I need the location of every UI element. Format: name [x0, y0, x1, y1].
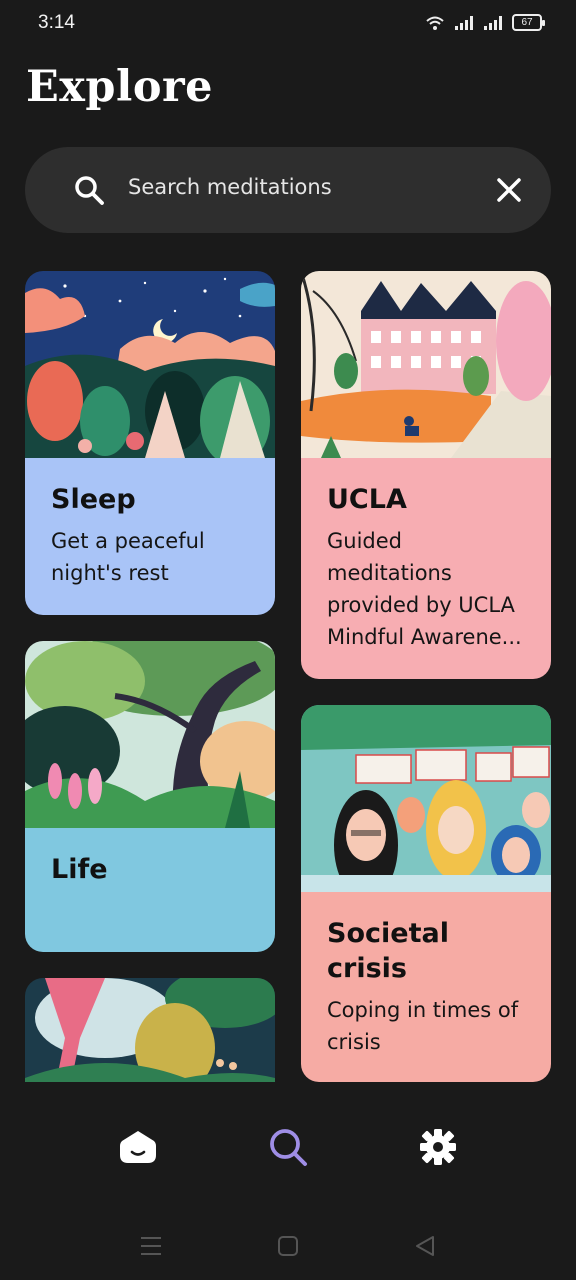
card-body: Societal crisis Coping in times of crisi… [301, 892, 551, 1082]
card-body: UCLA Guided meditations provided by UCLA… [301, 458, 551, 679]
signal-icon-2 [484, 15, 502, 30]
bottom-navigation [0, 1092, 576, 1202]
category-card-sleep[interactable]: Sleep Get a peaceful night's rest [25, 271, 275, 615]
search-bar[interactable]: Search meditations [25, 147, 551, 233]
page-title: Explore [26, 62, 214, 112]
card-title: Societal crisis [327, 918, 449, 984]
signal-icon [455, 15, 473, 30]
search-icon [75, 176, 104, 205]
menu-icon[interactable] [140, 1236, 162, 1256]
card-body: Life [25, 828, 275, 952]
category-card-societal-crisis[interactable]: Societal crisis Coping in times of crisi… [301, 705, 551, 1082]
nav-home[interactable] [110, 1122, 166, 1172]
system-navigation [0, 1210, 576, 1280]
close-icon[interactable] [489, 170, 529, 210]
wifi-icon [426, 16, 444, 30]
category-card-ucla[interactable]: UCLA Guided meditations provided by UCLA… [301, 271, 551, 679]
forest-illustration [25, 978, 275, 1082]
nav-search[interactable] [260, 1122, 316, 1172]
category-card-partial[interactable] [25, 978, 275, 1082]
search-icon [270, 1129, 307, 1166]
life-illustration [25, 641, 275, 828]
card-subtitle: Coping in times of crisis [327, 998, 519, 1054]
card-subtitle: Get a peaceful night's rest [51, 529, 205, 585]
card-title: Life [51, 854, 108, 885]
back-icon[interactable] [414, 1235, 436, 1257]
nav-settings[interactable] [410, 1122, 466, 1172]
card-title: Sleep [51, 484, 136, 515]
ucla-illustration [301, 271, 551, 458]
settings-icon [420, 1129, 456, 1165]
status-icons: 67 [425, 14, 545, 31]
battery-icon: 67 [512, 14, 545, 31]
card-subtitle: Guided meditations provided by UCLA Mind… [327, 529, 522, 649]
status-bar: 3:14 67 [0, 0, 576, 50]
status-time: 3:14 [38, 12, 75, 33]
card-title: UCLA [327, 484, 407, 515]
category-card-life[interactable]: Life [25, 641, 275, 952]
home-icon [120, 1131, 156, 1163]
sleep-illustration [25, 271, 275, 458]
home-square-icon[interactable] [278, 1236, 298, 1256]
crisis-illustration [301, 705, 551, 892]
card-body: Sleep Get a peaceful night's rest [25, 458, 275, 615]
category-grid: Sleep Get a peaceful night's rest Life U… [0, 258, 576, 1082]
search-input[interactable]: Search meditations [128, 175, 332, 199]
